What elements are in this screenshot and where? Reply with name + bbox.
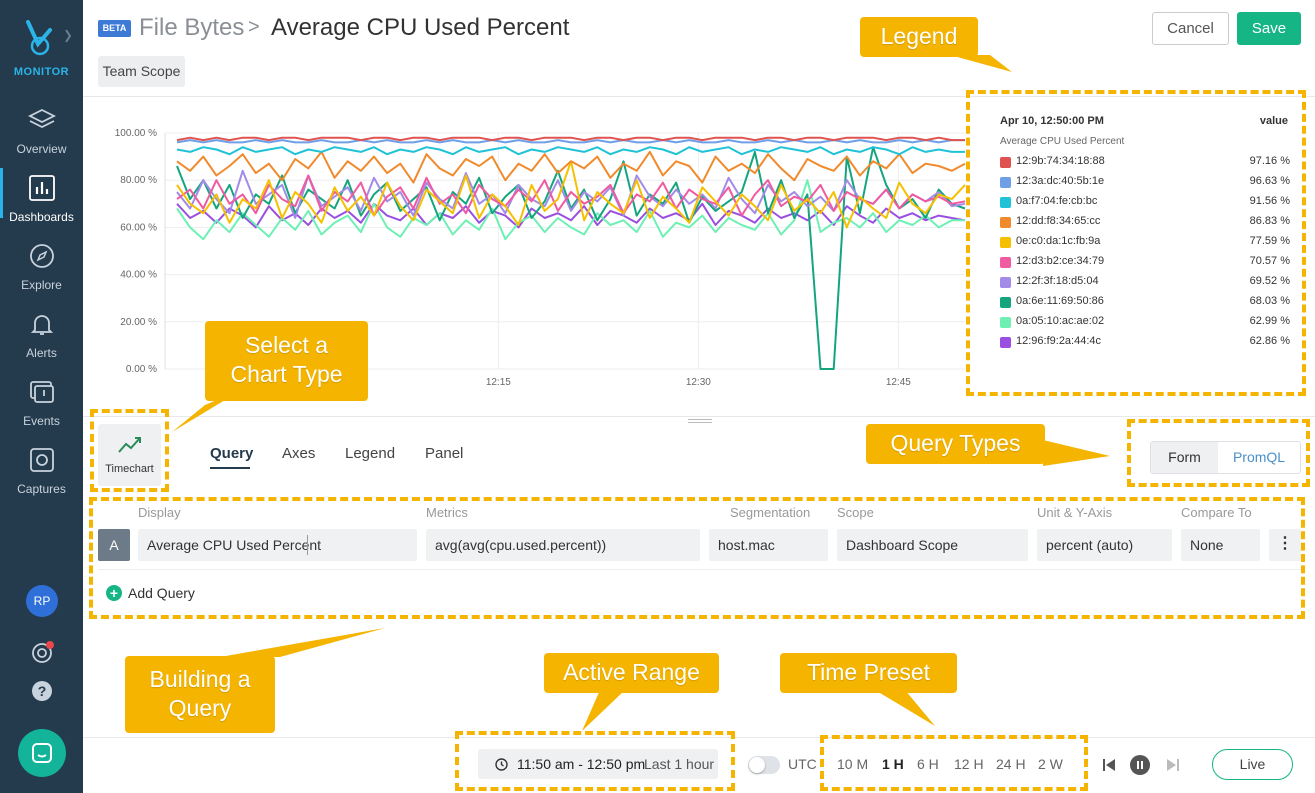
callout-time-preset: Time Preset [780,653,957,693]
callout-chart-type-line1: Select a [244,332,329,358]
callout-query-types: Query Types [866,424,1045,464]
callout-legend: Legend [860,17,978,57]
callout-chart-type-line2: Chart Type [230,361,343,387]
callout-active-range: Active Range [544,653,719,693]
callout-legend-text: Legend [880,23,958,49]
callout-chart-type: Select a Chart Type [205,321,368,401]
callout-building-query: Building a Query [125,656,275,733]
callout-building-line1: Building a [149,666,251,692]
callout-query-types-text: Query Types [890,430,1021,456]
callout-building-line2: Query [168,695,232,721]
callout-time-preset-text: Time Preset [806,659,931,685]
app-root: MONITOR Overview Dashboards Explore Aler… [0,0,1315,793]
callout-active-range-text: Active Range [563,659,700,685]
